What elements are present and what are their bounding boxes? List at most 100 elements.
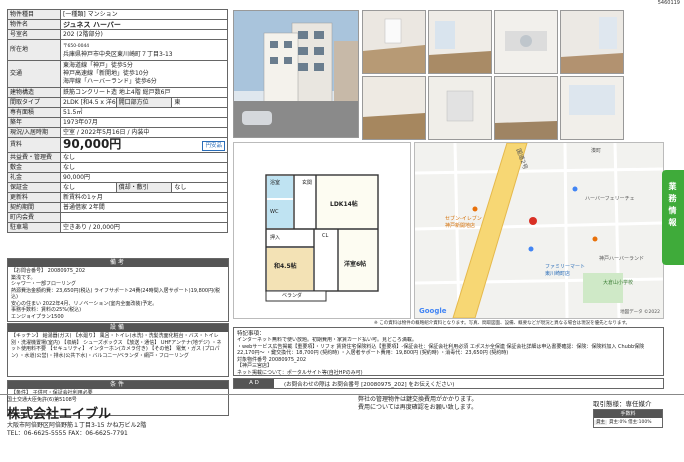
yoshitsu-label: 洋室6帖 (344, 261, 367, 268)
footer-notice-line: 弊社の管理物件は鍵交換費用がかかります。 (358, 396, 478, 403)
company-phone: TEL：06-6625-5555 FAX：06-6625-7791 (7, 430, 128, 437)
footer-divider (0, 394, 684, 395)
interior-photo-image (363, 11, 425, 73)
map-label: 大倉山小学校 (603, 280, 634, 286)
document-id: 5460119 (657, 0, 680, 6)
bath-label: 浴室 (270, 180, 281, 186)
floor-plan[interactable]: 浴室 玄関 WC LDK14帖 押入 CL 和4.5帖 洋室6帖 ベランダ (233, 142, 411, 319)
traffic-line: 海岸線「ハーバーランド」徒歩6分 (63, 78, 157, 85)
interior-photo[interactable] (362, 10, 426, 74)
address-label: 所在地 (7, 39, 61, 61)
equipment-header: 設備 (8, 324, 228, 332)
type-value: [一種類] マンション (60, 9, 228, 20)
deposit-value: なし (60, 162, 228, 173)
building-photo[interactable] (233, 10, 359, 138)
amortization-value: なし (171, 182, 228, 193)
floor-plan-drawing (265, 174, 379, 302)
commission-box: 取引態様：専任媒介 手数料 貸主 貸主:0% 借主:100% (593, 398, 663, 456)
rent-label: 賃料 (7, 137, 61, 153)
special-notes: 特記事項： インターネット無料で使い放題。初期費用・家賃カード払い可。見どころ満… (233, 327, 664, 376)
area-label: 専有面積 (7, 107, 61, 118)
address-value: 〒650-0044 兵庫県神戸市中央区東川崎町７丁目3-13 (60, 39, 228, 61)
map-label: 東川崎町店 (545, 271, 571, 277)
map-logo: Google (419, 307, 447, 315)
amortization-label: 償却・敷引 (115, 182, 173, 193)
town-fee-label: 町内会費 (7, 212, 61, 223)
commission-header: 手数料 (594, 410, 662, 418)
status-label: 現況/入居時期 (7, 127, 61, 138)
map-label: セブン-イレブン (445, 216, 482, 222)
room-value: 202 (2階部分) (60, 29, 228, 40)
interior-photo-image (495, 77, 557, 139)
interior-photo[interactable] (362, 76, 426, 140)
ad-text: (お問合わせの際は お問合番号 [20080975_202] をお伝えください) (284, 382, 455, 388)
business-info-tab[interactable]: 業務情報 (662, 170, 684, 265)
rent-value: 90,000円 (63, 137, 122, 151)
company-address: 大阪市阿倍野区阿倍野筋１丁目3-15 かね万ビル2階 (7, 422, 147, 429)
name-label: 物件名 (7, 19, 61, 30)
commission-row-value: 貸主:0% 借主:100% (609, 420, 652, 425)
traffic-line: 神戸高速線「新開地」徒歩10分 (63, 70, 149, 77)
cl-label: CL (322, 233, 329, 239)
contract-value: 普通借家 2年間 (60, 202, 228, 213)
area-value: 51.5㎡ (60, 107, 228, 118)
parking-label: 駐車場 (7, 222, 61, 233)
remarks-text: 【お問合番号】 20080975_202 築浅です。 シャワー・一部フローリング… (11, 268, 221, 320)
map-label: 湊町 (591, 148, 602, 154)
age-value: 1973年07月 (60, 117, 228, 128)
commission-row-label: 貸主 (594, 420, 607, 425)
interior-photo-image (495, 11, 557, 73)
town-fee-value (60, 212, 228, 223)
traffic-label: 交通 (7, 60, 61, 88)
company-block: 国土交通大臣免許(6)第5108号 株式会社エイブル 大阪市阿倍野区阿倍野筋１丁… (7, 396, 267, 438)
interior-photo-image (363, 77, 425, 139)
renewal-label: 更新料 (7, 192, 61, 203)
structure-label: 建物構造 (7, 87, 61, 98)
map-drawing (415, 143, 663, 318)
property-spec-table: 物件種目 [一種類] マンション 物件名 ジュネス ハーバー 号室名 202 (2階部… (7, 9, 228, 233)
interior-photo[interactable] (494, 10, 558, 74)
traffic-value: 東海道線「神戸」徒歩5分 神戸高速線「新開地」徒歩10分 海岸線「ハーバーランド」徒… (60, 60, 228, 88)
interior-photo-image (561, 11, 623, 73)
interior-photo[interactable] (494, 76, 558, 140)
veranda-label: ベランダ (282, 293, 303, 299)
traffic-line: 東海道線「神戸」徒歩5分 (63, 62, 133, 69)
remarks-header: 備考 (8, 259, 228, 267)
map-label: 神戸新開地店 (445, 223, 476, 229)
ad-row: A D (お問合わせの際は お問合番号 [20080975_202] をお伝えく… (233, 378, 664, 389)
conditions-header: 条件 (8, 381, 228, 389)
interior-photo[interactable] (428, 76, 492, 140)
map-attribution: 地図データ ©2022 (620, 310, 660, 315)
interior-photo-image (561, 77, 623, 139)
equipment-text: 【キッチン】 給湯器(ガス) 【水廻り】 風呂・トイレ(水洗)・洗髪洗面化粧台・… (11, 333, 222, 359)
layout-label: 間取タイプ (7, 97, 61, 108)
interior-photo[interactable] (560, 10, 624, 74)
guarantee-label: 保証金 (7, 182, 61, 193)
interior-photo-image (429, 11, 491, 73)
postal-code: 〒650-0044 (63, 43, 90, 49)
interior-photo-image (429, 77, 491, 139)
rent-badge: 円安品 (202, 140, 225, 151)
interior-photo[interactable] (428, 10, 492, 74)
footer-notice: 弊社の管理物件は鍵交換費用がかかります。 費用については再度確認をお願い致します… (358, 396, 588, 412)
window-value: 東 (171, 97, 228, 108)
parking-value: 空きあり / 20,000円 (60, 222, 228, 233)
business-info-tab-label: 業務情報 (668, 182, 677, 230)
area-map[interactable]: 国道2号 セブン-イレブン 神戸新開地店 ハーバーフェリーチェ ファミリーマート… (414, 142, 664, 319)
contract-label: 契約期間 (7, 202, 61, 213)
age-label: 築年 (7, 117, 61, 128)
interior-photo[interactable] (560, 76, 624, 140)
closet-label: 押入 (270, 235, 281, 241)
commission-title: 取引態様：専任媒介 (593, 400, 652, 408)
fee-label: 共益費・管理費 (7, 152, 61, 163)
equipment-section: 設備 【キッチン】 給湯器(ガス) 【水廻り】 風呂・トイレ(水洗)・洗髪洗面化… (7, 323, 229, 377)
type-label: 物件種目 (7, 9, 61, 20)
key-money-value: 90,000円 (60, 172, 228, 183)
renewal-value: 新賃料の1ヶ月 (60, 192, 228, 203)
structure-value: 鉄筋コンクリート造 地上4階 総戸数6戸 (60, 87, 228, 98)
status-value: 空室 / 2022年5月16日 / 内装中 (60, 127, 228, 138)
address-text: 兵庫県神戸市中央区東川崎町７丁目3-13 (63, 50, 173, 58)
footer-notice-line: 費用については再度確認をお願い致します。 (358, 404, 478, 411)
property-name: ジュネス ハーバー (60, 19, 228, 30)
building-photo-image (234, 11, 358, 137)
